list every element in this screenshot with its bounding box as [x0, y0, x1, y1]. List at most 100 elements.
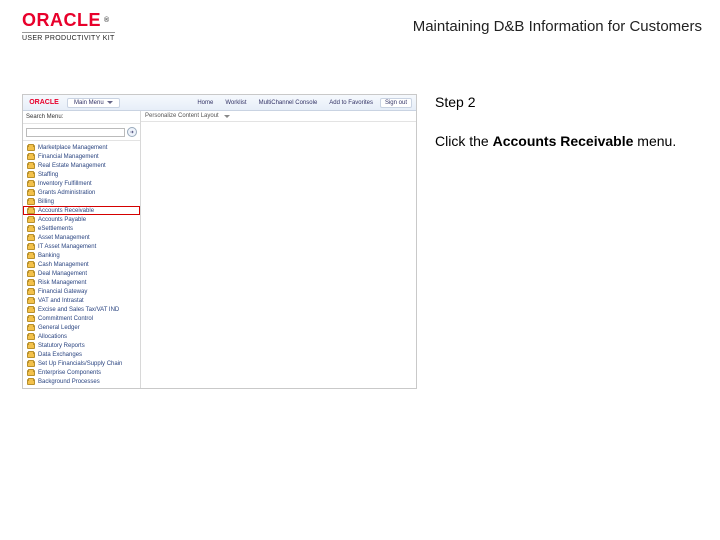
sidebar-item-label: Financial Management	[38, 154, 99, 160]
folder-icon	[27, 298, 35, 304]
search-input[interactable]	[26, 128, 125, 137]
topnav-link[interactable]: Worklist	[220, 98, 251, 108]
sidebar-item[interactable]: VAT and Intrastat	[23, 296, 140, 305]
topnav-link[interactable]: MultiChannel Console	[254, 98, 323, 108]
brand-text: ORACLE	[22, 10, 101, 31]
sidebar-item[interactable]: Data Exchanges	[23, 350, 140, 359]
sidebar-menu: Marketplace Management Financial Manageme…	[23, 141, 140, 388]
page-title: Maintaining D&B Information for Customer…	[413, 18, 702, 35]
step-label: Step 2	[435, 94, 702, 110]
sidebar-item-label: Marketplace Management	[38, 145, 107, 151]
sidebar-item[interactable]: Risk Management	[23, 278, 140, 287]
instruction-bold: Accounts Receivable	[493, 133, 634, 149]
folder-icon	[27, 226, 35, 232]
sidebar-item-label: Set Up Financials/Supply Chain	[38, 361, 122, 367]
folder-icon	[27, 379, 35, 385]
sidebar-item-label: Data Exchanges	[38, 352, 82, 358]
folder-icon	[27, 235, 35, 241]
app-topbar: ORACLE Main Menu HomeWorklistMultiChanne…	[23, 95, 416, 111]
search-label: Search Menu:	[26, 114, 63, 120]
sidebar-item-label: Staffing	[38, 172, 58, 178]
sidebar-item[interactable]: Staffing	[23, 170, 140, 179]
sidebar-item[interactable]: Background Processes	[23, 377, 140, 386]
sidebar-item-label: IT Asset Management	[38, 244, 96, 250]
sidebar-item[interactable]: Commitment Control	[23, 314, 140, 323]
sidebar-item[interactable]: Excise and Sales Tax/VAT IND	[23, 305, 140, 314]
sidebar-item[interactable]: Cash Management	[23, 260, 140, 269]
sidebar-item-label: Statutory Reports	[38, 343, 85, 349]
sidebar-item[interactable]: Inventory Fulfillment	[23, 179, 140, 188]
folder-icon	[27, 244, 35, 250]
sidebar-item-label: Financial Gateway	[38, 289, 87, 295]
sidebar-item[interactable]: Enterprise Components	[23, 368, 140, 377]
oracle-logo: ORACLE® USER PRODUCTIVITY KIT	[22, 10, 115, 42]
search-arrow-icon	[129, 129, 135, 135]
search-row: Search Menu:	[23, 111, 140, 124]
sidebar-item-label: General Ledger	[38, 325, 80, 331]
sidebar-item[interactable]: Financial Gateway	[23, 287, 140, 296]
sidebar-item-label: Commitment Control	[38, 316, 93, 322]
app-logo: ORACLE	[25, 96, 63, 110]
sidebar-item-label: Accounts Payable	[38, 217, 86, 223]
sidebar-item-label: Risk Management	[38, 280, 86, 286]
sidebar-item[interactable]: General Ledger	[23, 323, 140, 332]
app-screenshot: ORACLE Main Menu HomeWorklistMultiChanne…	[22, 94, 417, 389]
folder-icon	[27, 352, 35, 358]
topnav-link[interactable]: Add to Favorites	[324, 98, 378, 108]
folder-icon	[27, 208, 35, 214]
sidebar-item-label: Grants Administration	[38, 190, 95, 196]
content-area: Personalize Content Layout	[141, 111, 416, 388]
folder-icon	[27, 262, 35, 268]
sidebar-item-label: eSettlements	[38, 226, 73, 232]
sidebar-item[interactable]: Allocations	[23, 332, 140, 341]
folder-icon	[27, 307, 35, 313]
folder-icon	[27, 271, 35, 277]
folder-icon	[27, 334, 35, 340]
sidebar-item-accounts-receivable[interactable]: Accounts Receivable	[23, 206, 140, 215]
sidebar-item[interactable]: Set Up Financials/Supply Chain	[23, 359, 140, 368]
sidebar-item[interactable]: Deal Management	[23, 269, 140, 278]
folder-icon	[27, 199, 35, 205]
topnav-link[interactable]: Sign out	[380, 98, 412, 108]
folder-icon	[27, 280, 35, 286]
folder-icon	[27, 289, 35, 295]
sidebar-item-label: Cash Management	[38, 262, 89, 268]
sidebar-item[interactable]: Accounts Payable	[23, 215, 140, 224]
chevron-down-icon	[107, 101, 113, 104]
registered-mark: ®	[104, 17, 110, 24]
folder-icon	[27, 163, 35, 169]
sidebar-item[interactable]: Financial Management	[23, 152, 140, 161]
folder-icon	[27, 370, 35, 376]
sidebar-item-label: Enterprise Components	[38, 370, 101, 376]
brand-subtitle: USER PRODUCTIVITY KIT	[22, 32, 115, 42]
sidebar-item[interactable]: Banking	[23, 251, 140, 260]
sidebar-item[interactable]: Statutory Reports	[23, 341, 140, 350]
instruction-before: Click the	[435, 133, 493, 149]
content-toolbar: Personalize Content Layout	[141, 111, 416, 122]
folder-icon	[27, 154, 35, 160]
sidebar-item[interactable]: eSettlements	[23, 224, 140, 233]
folder-icon	[27, 181, 35, 187]
breadcrumb[interactable]: Main Menu	[67, 98, 120, 108]
sidebar-item-label: Real Estate Management	[38, 163, 106, 169]
folder-icon	[27, 145, 35, 151]
sidebar-item[interactable]: Billing	[23, 197, 140, 206]
sidebar-item-label: Asset Management	[38, 235, 90, 241]
breadcrumb-label: Main Menu	[74, 100, 104, 106]
sidebar: Search Menu: Marketplace Management Finan…	[23, 111, 141, 388]
topnav-link[interactable]: Home	[192, 98, 218, 108]
instruction-text: Click the Accounts Receivable menu.	[435, 132, 702, 152]
sidebar-item-label: Allocations	[38, 334, 67, 340]
search-go-button[interactable]	[127, 127, 137, 137]
sidebar-item-label: Excise and Sales Tax/VAT IND	[38, 307, 119, 313]
folder-icon	[27, 343, 35, 349]
sidebar-item[interactable]: Asset Management	[23, 233, 140, 242]
sidebar-item[interactable]: IT Asset Management	[23, 242, 140, 251]
sidebar-item-label: VAT and Intrastat	[38, 298, 84, 304]
sidebar-item[interactable]: Marketplace Management	[23, 143, 140, 152]
folder-icon	[27, 217, 35, 223]
sidebar-item[interactable]: Real Estate Management	[23, 161, 140, 170]
sidebar-item[interactable]: Grants Administration	[23, 188, 140, 197]
content-bar-label[interactable]: Personalize Content Layout	[145, 113, 219, 119]
folder-icon	[27, 316, 35, 322]
